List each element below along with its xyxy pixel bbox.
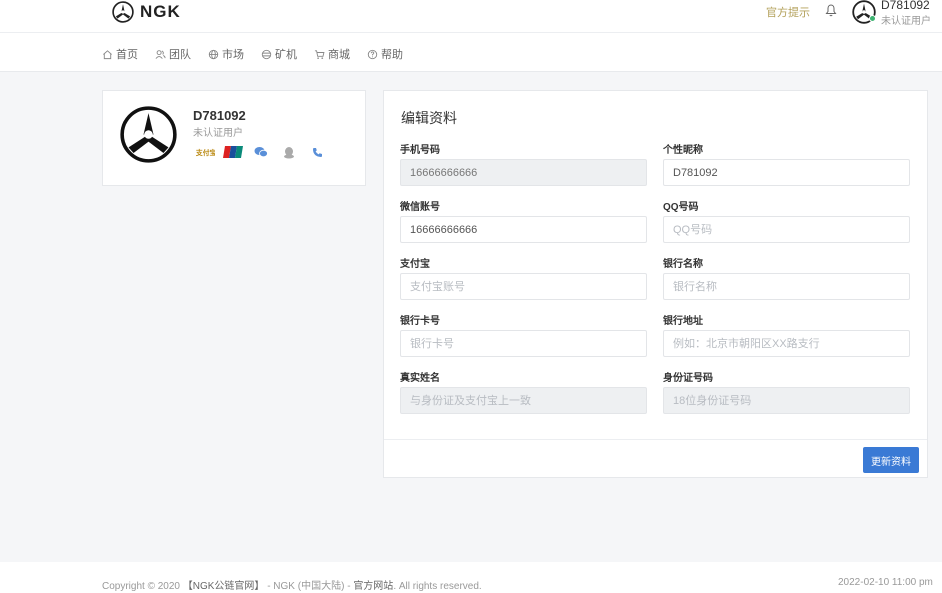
real-name-input[interactable]: [400, 387, 647, 414]
nav-label: 商城: [328, 49, 350, 61]
bank-name-input[interactable]: [663, 273, 910, 300]
nickname-input[interactable]: [663, 159, 910, 186]
online-status-dot: [869, 15, 876, 22]
main-nav: 首页 团队 市场 矿机 商城 帮助: [0, 33, 942, 72]
bank-card-label: 银行卡号: [400, 316, 440, 327]
nav-item-team[interactable]: 团队: [155, 46, 191, 62]
copyright-middle: - NGK (中国大陆) -: [264, 581, 354, 592]
alipay-input[interactable]: [400, 273, 647, 300]
wechat-field-group: 微信账号: [400, 198, 647, 243]
profile-avatar: [120, 106, 177, 163]
nav-item-help[interactable]: 帮助: [367, 46, 403, 62]
ngk-logo-icon: [112, 1, 134, 23]
bank-address-label: 银行地址: [663, 316, 703, 327]
brand-name: NGK: [140, 2, 181, 21]
nav-item-miner[interactable]: 矿机: [261, 46, 297, 62]
bank-card-input[interactable]: [400, 330, 647, 357]
top-bar: NGK 官方提示 D781092 未认证用户: [0, 0, 942, 33]
miner-icon: [261, 49, 272, 59]
phone-icon[interactable]: [307, 145, 327, 159]
id-number-input[interactable]: [663, 387, 910, 414]
copyright-text: Copyright © 2020 【NGK公链官网】 - NGK (中国大陆) …: [102, 577, 482, 592]
card-footer-divider: [384, 439, 927, 440]
home-icon: [103, 49, 112, 59]
official-notice-link[interactable]: 官方提示: [766, 4, 810, 20]
profile-name: D781092: [193, 108, 246, 123]
site-name-link[interactable]: 【NGK公链官网】: [183, 581, 265, 592]
nickname-field-group: 个性昵称: [663, 141, 910, 186]
nav-label: 首页: [116, 49, 138, 61]
page-footer: Copyright © 2020 【NGK公链官网】 - NGK (中国大陆) …: [0, 562, 942, 593]
real-name-field-group: 真实姓名: [400, 369, 647, 414]
wechat-input[interactable]: [400, 216, 647, 243]
alipay-field-group: 支付宝: [400, 255, 647, 300]
alipay-text: 支付宝: [195, 148, 215, 157]
profile-status: 未认证用户: [193, 128, 243, 139]
nav-item-market[interactable]: 市场: [208, 46, 244, 62]
binding-icons: 支付宝: [195, 145, 327, 159]
official-site-link[interactable]: 官方网站: [353, 581, 393, 592]
footer-timestamp: 2022-02-10 11:00 pm: [838, 577, 933, 588]
qq-icon[interactable]: [279, 145, 299, 159]
globe-icon: [208, 49, 219, 59]
qq-label: QQ号码: [663, 202, 699, 213]
cart-icon: [314, 49, 325, 59]
copyright-suffix: . All rights reserved.: [393, 581, 482, 592]
nav-item-home[interactable]: 首页: [102, 46, 138, 62]
nav-item-shop[interactable]: 商城: [314, 46, 350, 62]
qq-input[interactable]: [663, 216, 910, 243]
wechat-label: 微信账号: [400, 202, 440, 213]
bell-icon[interactable]: [825, 4, 837, 17]
brand-logo[interactable]: NGK: [112, 0, 181, 24]
copyright-prefix: Copyright © 2020: [102, 581, 180, 592]
phone-label: 手机号码: [400, 145, 440, 156]
team-icon: [155, 49, 166, 59]
bank-address-input[interactable]: [663, 330, 910, 357]
bank-name-label: 银行名称: [663, 259, 703, 270]
qq-field-group: QQ号码: [663, 198, 910, 243]
nav-label: 矿机: [275, 49, 297, 61]
edit-title: 编辑资料: [401, 110, 457, 126]
phone-field-group: 手机号码: [400, 141, 647, 186]
wechat-icon[interactable]: [251, 145, 271, 159]
update-profile-button[interactable]: 更新资料: [863, 447, 919, 473]
bank-address-field-group: 银行地址: [663, 312, 910, 357]
help-icon: [367, 49, 378, 59]
unionpay-icon[interactable]: [223, 145, 243, 159]
alipay-label: 支付宝: [400, 259, 430, 270]
id-number-field-group: 身份证号码: [663, 369, 910, 414]
header-user-status: 未认证用户: [881, 16, 931, 27]
bank-card-field-group: 银行卡号: [400, 312, 647, 357]
nav-label: 团队: [169, 49, 191, 61]
phone-input[interactable]: [400, 159, 647, 186]
header-user-name[interactable]: D781092: [881, 0, 930, 12]
id-number-label: 身份证号码: [663, 373, 713, 384]
real-name-label: 真实姓名: [400, 373, 440, 384]
alipay-icon[interactable]: 支付宝: [195, 145, 215, 159]
edit-profile-card: 编辑资料 手机号码 个性昵称 微信账号 QQ号码 支付宝 银行名称 银行卡号 银…: [383, 90, 928, 478]
nav-label: 市场: [222, 49, 244, 61]
nav-label: 帮助: [381, 49, 403, 61]
bank-name-field-group: 银行名称: [663, 255, 910, 300]
nickname-label: 个性昵称: [663, 145, 703, 156]
profile-card: D781092 未认证用户 支付宝: [102, 90, 366, 186]
